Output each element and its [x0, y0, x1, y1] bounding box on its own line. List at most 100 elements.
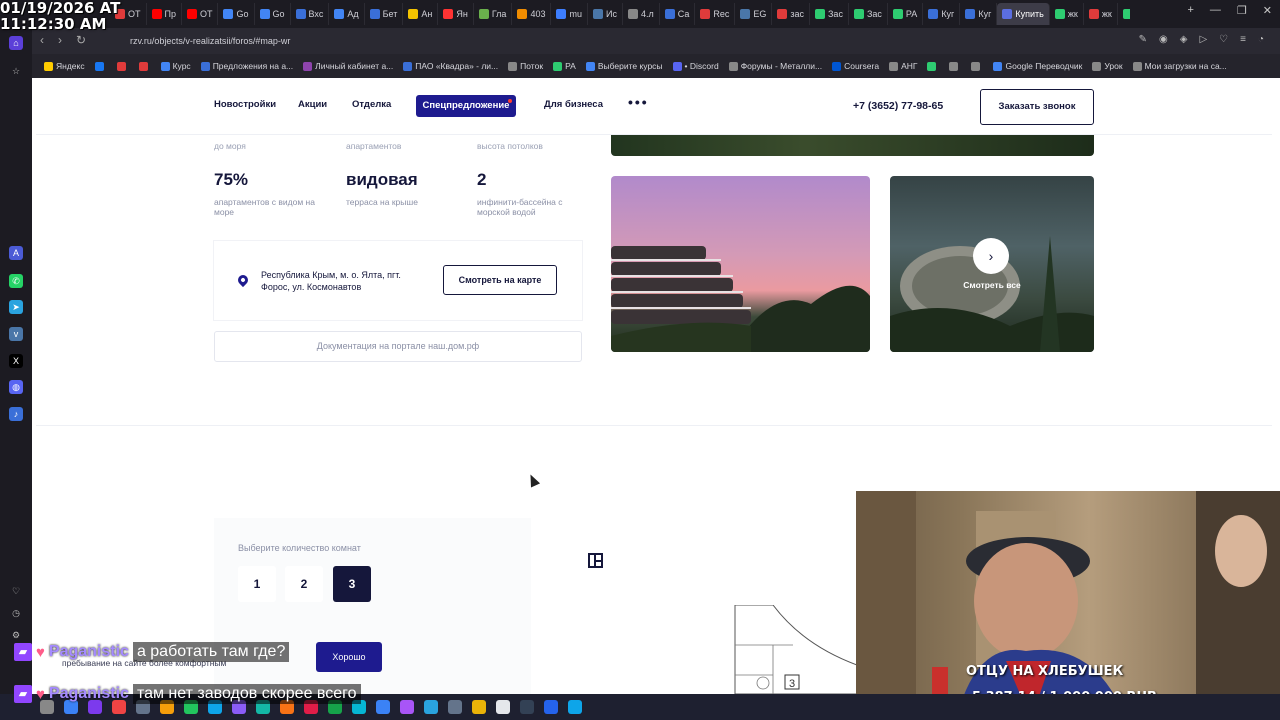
bookmark-item[interactable]: Выберите курсы: [585, 61, 663, 71]
room-option-2[interactable]: 2: [285, 566, 323, 602]
bookmark-item[interactable]: [138, 61, 151, 71]
browser-tab[interactable]: жк: [1118, 3, 1130, 25]
browser-tab[interactable]: 403: [512, 3, 552, 25]
bookmark-item[interactable]: • Discord: [672, 61, 719, 71]
gallery-photo-aerial[interactable]: › Смотреть все: [890, 176, 1094, 352]
documentation-button[interactable]: Документация на портале наш.дом.рф: [214, 331, 582, 362]
arc-icon[interactable]: A: [9, 246, 23, 260]
music-icon[interactable]: ♪: [9, 407, 23, 421]
browser-tab[interactable]: Купить: [997, 3, 1050, 25]
gallery-photo-top[interactable]: [611, 135, 1094, 156]
phone-link[interactable]: +7 (3652) 77-98-65: [853, 100, 943, 112]
order-call-button[interactable]: Заказать звонок: [980, 89, 1094, 125]
browser-tab[interactable]: EG: [735, 3, 773, 25]
cookie-accept-button[interactable]: Хорошо: [316, 642, 382, 672]
heart-icon[interactable]: ♡: [1219, 34, 1228, 45]
bookmark-item[interactable]: АНГ: [889, 61, 917, 71]
bookmark-item[interactable]: РА: [553, 61, 576, 71]
account-icon[interactable]: ◔: [1258, 34, 1264, 45]
floorplan-layout-icon[interactable]: [588, 553, 603, 568]
edit-icon[interactable]: ✎: [1139, 34, 1147, 45]
browser-tab[interactable]: Бет: [365, 3, 404, 25]
browser-tab[interactable]: ОТ: [182, 3, 219, 25]
browser-tab[interactable]: Зас: [849, 3, 888, 25]
room-option-1[interactable]: 1: [238, 566, 276, 602]
telegram-icon[interactable]: ➤: [9, 300, 23, 314]
nav-business[interactable]: Для бизнеса: [544, 99, 603, 110]
telegram-taskbar-icon[interactable]: [424, 700, 438, 714]
browser-tab[interactable]: Ад: [329, 3, 365, 25]
new-tab-icon[interactable]: +: [1187, 4, 1193, 17]
gallery-photo-sunset[interactable]: [611, 176, 870, 352]
browser-tab[interactable]: mu: [551, 3, 588, 25]
bookmark-item[interactable]: Мои загрузки на са...: [1132, 61, 1227, 71]
settings-icon[interactable]: ⚙: [9, 628, 23, 642]
reload-icon[interactable]: ↻: [76, 33, 86, 47]
steam-icon[interactable]: [520, 700, 534, 714]
browser-tab[interactable]: РА: [888, 3, 924, 25]
see-all-label[interactable]: Смотреть все: [890, 280, 1094, 290]
browser-tab[interactable]: Куг: [960, 3, 998, 25]
forward-icon[interactable]: ›: [58, 33, 62, 47]
word-icon[interactable]: [544, 700, 558, 714]
bookmark-item[interactable]: Урок: [1092, 61, 1123, 71]
browser-tab[interactable]: Куг: [923, 3, 961, 25]
app-icon[interactable]: [400, 700, 414, 714]
browser-tab[interactable]: Go: [218, 3, 255, 25]
browser-tab[interactable]: 4.л: [623, 3, 660, 25]
browser-tab[interactable]: Ан: [403, 3, 439, 25]
nav-otdelka[interactable]: Отделка: [352, 99, 391, 110]
nav-novostroyki[interactable]: Новостройки: [214, 99, 276, 110]
bookmark-item[interactable]: [927, 61, 939, 71]
bookmark-item[interactable]: Поток: [508, 61, 543, 71]
see-all-chevron-icon[interactable]: ›: [973, 238, 1009, 274]
bookmark-item[interactable]: Форумы - Металли...: [728, 61, 822, 71]
bookmark-item[interactable]: Яндекс: [44, 61, 85, 71]
camera-icon[interactable]: ◉: [1159, 34, 1168, 45]
back-icon[interactable]: ‹: [40, 33, 44, 47]
nav-aktsii[interactable]: Акции: [298, 99, 327, 110]
browser-tab[interactable]: Вхс: [291, 3, 330, 25]
nav-special-offer[interactable]: Спецпредложение: [416, 95, 516, 117]
url-field[interactable]: rzv.ru/objects/v-realizatsii/foros/#map-…: [108, 33, 1028, 50]
home-icon[interactable]: ⌂: [9, 36, 23, 50]
browser-tab[interactable]: Go: [255, 3, 291, 25]
bookmark-item[interactable]: Google Переводчик: [993, 61, 1082, 71]
browser-tab[interactable]: Са: [660, 3, 696, 25]
app-icon[interactable]: [472, 700, 486, 714]
browser-tab[interactable]: зас: [772, 3, 810, 25]
play-icon[interactable]: ▷: [1199, 34, 1207, 45]
browser-tab[interactable]: Ян: [438, 3, 474, 25]
browser-tab[interactable]: Ис: [588, 3, 623, 25]
star-icon[interactable]: ☆: [9, 64, 23, 78]
history-icon[interactable]: ◷: [9, 606, 23, 620]
bookmark-item[interactable]: Предложения на а...: [200, 61, 293, 71]
show-on-map-button[interactable]: Смотреть на карте: [443, 265, 557, 295]
browser-tab[interactable]: Зас: [810, 3, 849, 25]
discord-icon[interactable]: ◍: [9, 380, 23, 394]
minimize-icon[interactable]: —: [1210, 4, 1221, 17]
bookmark-item[interactable]: [949, 61, 961, 71]
browser-tab[interactable]: жк: [1050, 3, 1084, 25]
app-icon[interactable]: [376, 700, 390, 714]
x-icon[interactable]: X: [9, 354, 23, 368]
bookmark-item[interactable]: ПАО «Квадра» - ли...: [403, 61, 498, 71]
heart-sidebar-icon[interactable]: ♡: [9, 584, 23, 598]
bookmark-item[interactable]: [971, 61, 983, 71]
bookmark-item[interactable]: Курс: [160, 61, 191, 71]
app-icon[interactable]: [496, 700, 510, 714]
browser-tab[interactable]: жк: [1084, 3, 1118, 25]
menu-icon[interactable]: ≡: [1240, 34, 1246, 45]
browser-tab[interactable]: Пр: [147, 3, 182, 25]
bookmark-item[interactable]: [116, 61, 129, 71]
room-option-3[interactable]: 3: [333, 566, 371, 602]
browser-tab[interactable]: Гла: [474, 3, 513, 25]
bookmark-item[interactable]: [94, 61, 107, 71]
more-icon[interactable]: •••: [628, 94, 649, 110]
edge-icon[interactable]: [568, 700, 582, 714]
vk-icon[interactable]: v: [9, 327, 23, 341]
browser-tab[interactable]: Rec: [695, 3, 736, 25]
bookmark-item[interactable]: Личный кабинет а...: [303, 61, 393, 71]
app-icon[interactable]: [448, 700, 462, 714]
bookmark-item[interactable]: Coursera: [832, 61, 879, 71]
